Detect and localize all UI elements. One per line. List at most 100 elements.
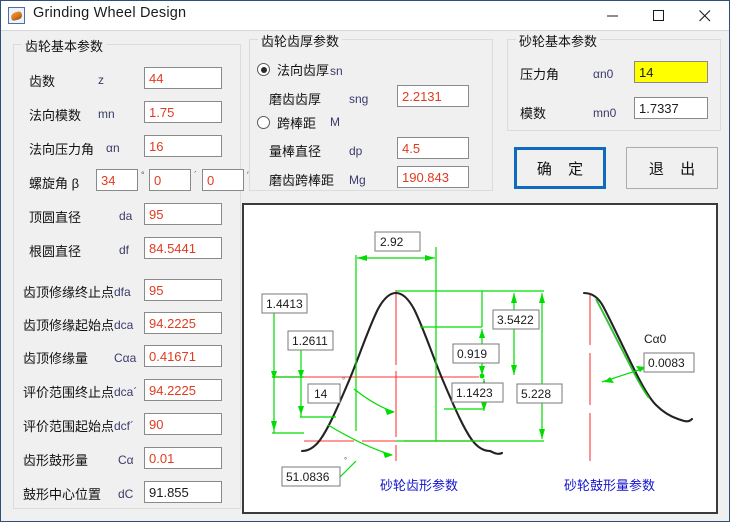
label-normal-pressure-angle: 法向压力角 xyxy=(29,142,95,157)
dimension-1-2611: 1.2611 xyxy=(287,330,336,418)
symbol-profile-crowning: Cα xyxy=(118,453,134,467)
dimension-0-919-text: 0.919 xyxy=(457,347,487,361)
label-normal-thickness: 法向齿厚 xyxy=(277,63,330,78)
dimension-1-2611-text: 1.2611 xyxy=(292,334,328,348)
wheel-group-title: 砂轮基本参数 xyxy=(516,31,601,50)
symbol-teeth-count: z xyxy=(98,73,104,87)
label-wheel-pressure-angle: 压力角 xyxy=(520,67,560,82)
dimension-1-1423-text: 1.1423 xyxy=(456,386,493,400)
label-pin-diameter: 量棒直径 xyxy=(269,144,322,159)
input-tip-relief-start[interactable] xyxy=(144,312,222,334)
input-profile-crowning[interactable] xyxy=(144,447,222,469)
symbol-normal-pressure-angle: αn xyxy=(106,141,120,155)
dimension-5-228-text: 5.228 xyxy=(521,387,551,401)
label-tip-relief-end: 齿顶修缘终止点 xyxy=(23,285,115,300)
dimension-0-919: 0.919 xyxy=(452,329,500,379)
maximize-icon xyxy=(653,10,664,21)
input-tip-diameter[interactable] xyxy=(144,203,222,225)
dimension-angle-14: 14 ° xyxy=(307,376,395,415)
input-normal-pressure-angle[interactable] xyxy=(144,135,222,157)
close-button[interactable] xyxy=(682,1,728,30)
caption-right: 砂轮鼓形量参数 xyxy=(564,478,655,493)
label-pin-measurement: 跨棒距 xyxy=(277,116,317,131)
dimension-angle-14-text: 14 xyxy=(314,387,328,401)
gear-group-title: 齿轮基本参数 xyxy=(22,36,107,55)
degree-mark-deg: ° xyxy=(141,170,145,180)
radio-pin-measurement[interactable] xyxy=(257,116,270,129)
input-ground-tooth-thickness[interactable] xyxy=(397,85,469,107)
caption-left: 砂轮齿形参数 xyxy=(380,478,458,493)
input-crown-center-position[interactable] xyxy=(144,481,222,503)
label-ground-pin-distance: 磨齿跨棒距 xyxy=(269,173,335,188)
symbol-ground-pin-distance: Mg xyxy=(349,173,366,187)
wheel-tooth-profile xyxy=(300,291,504,455)
label-eval-range-end: 评价范围终止点 xyxy=(23,385,115,400)
confirm-button[interactable]: 确 定 xyxy=(514,147,606,189)
input-ground-pin-distance[interactable] xyxy=(397,166,469,188)
label-tip-relief-start: 齿顶修缘起始点 xyxy=(23,318,115,333)
symbol-tip-relief-amount: Cαa xyxy=(114,351,137,365)
application-window: Grinding Wheel Design 齿轮基本参数 齿数 z 法向模数 m… xyxy=(0,0,730,522)
dimension-angle-51-0836: 51.0836 ° xyxy=(281,424,393,487)
dimension-3-5422-text: 3.5422 xyxy=(497,313,534,327)
symbol-normal-module: mn xyxy=(98,107,115,121)
window-title: Grinding Wheel Design xyxy=(33,5,187,21)
symbol-root-diameter: df xyxy=(119,243,130,257)
label-profile-crowning: 齿形鼓形量 xyxy=(23,453,89,468)
label-root-diameter: 根圆直径 xyxy=(29,244,82,259)
input-wheel-module[interactable] xyxy=(634,97,708,119)
label-teeth-count: 齿数 xyxy=(29,74,56,89)
title-bar: Grinding Wheel Design xyxy=(1,1,729,31)
label-eval-range-start: 评价范围起始点 xyxy=(23,419,115,434)
input-normal-module[interactable] xyxy=(144,101,222,123)
app-icon xyxy=(8,7,25,24)
dimension-1-4413-text: 1.4413 xyxy=(266,297,303,311)
input-helix-angle-seconds[interactable] xyxy=(202,169,244,191)
symbol-ground-tooth-thickness: sng xyxy=(349,92,369,106)
symbol-eval-range-end: dca´ xyxy=(114,385,138,399)
input-helix-angle-degrees[interactable] xyxy=(96,169,138,191)
input-pin-diameter[interactable] xyxy=(397,137,469,159)
input-eval-range-start[interactable] xyxy=(144,413,222,435)
degree-mark-min: ´ xyxy=(194,170,197,180)
symbol-tip-relief-end: dfa xyxy=(114,285,131,299)
dimension-top-width-text: 2.92 xyxy=(380,235,404,249)
symbol-normal-thickness: sn xyxy=(330,64,343,78)
label-crown-center-position: 鼓形中心位置 xyxy=(23,487,102,502)
maximize-button[interactable] xyxy=(636,1,682,30)
symbol-pin-measurement: M xyxy=(330,115,340,129)
label-ground-tooth-thickness: 磨齿齿厚 xyxy=(269,92,322,107)
label-normal-module: 法向模数 xyxy=(29,108,82,123)
input-tip-relief-amount[interactable] xyxy=(144,345,222,367)
label-helix-angle: 螺旋角 β xyxy=(29,176,80,191)
minimize-icon xyxy=(607,15,618,17)
dimension-3-5422: 3.5422 xyxy=(492,293,540,375)
radio-normal-thickness[interactable] xyxy=(257,63,270,76)
input-helix-angle-minutes[interactable] xyxy=(149,169,191,191)
label-tip-diameter: 顶圆直径 xyxy=(29,210,82,225)
close-icon xyxy=(699,10,711,22)
symbol-tip-relief-start: dca xyxy=(114,318,134,332)
crowning-value-text: 0.0083 xyxy=(648,356,685,370)
symbol-tip-diameter: da xyxy=(119,209,133,223)
symbol-wheel-pressure-angle: αn0 xyxy=(593,67,614,81)
degree-symbol-14: ° xyxy=(342,376,345,385)
thickness-group-title: 齿轮齿厚参数 xyxy=(258,31,343,50)
input-tip-relief-end[interactable] xyxy=(144,279,222,301)
symbol-eval-range-start: dcf´ xyxy=(114,419,135,433)
dimension-1-1423: 1.1423 xyxy=(451,379,504,411)
dimension-angle-51-text: 51.0836 xyxy=(286,470,330,484)
label-wheel-module: 模数 xyxy=(520,106,547,121)
exit-button[interactable]: 退 出 xyxy=(626,147,718,189)
profile-diagram-svg: 2.92 3.5422 0.919 1.1423 5.228 1.4413 1.… xyxy=(261,231,695,493)
symbol-crown-center-position: dC xyxy=(118,487,134,501)
input-eval-range-end[interactable] xyxy=(144,379,222,401)
minimize-button[interactable] xyxy=(590,1,636,30)
degree-symbol-51: ° xyxy=(344,456,347,465)
label-tip-relief-amount: 齿顶修缘量 xyxy=(23,351,89,366)
input-wheel-pressure-angle[interactable] xyxy=(634,61,708,83)
symbol-pin-diameter: dp xyxy=(349,144,363,158)
symbol-wheel-module: mn0 xyxy=(593,106,617,120)
input-root-diameter[interactable] xyxy=(144,237,222,259)
input-teeth-count[interactable] xyxy=(144,67,222,89)
